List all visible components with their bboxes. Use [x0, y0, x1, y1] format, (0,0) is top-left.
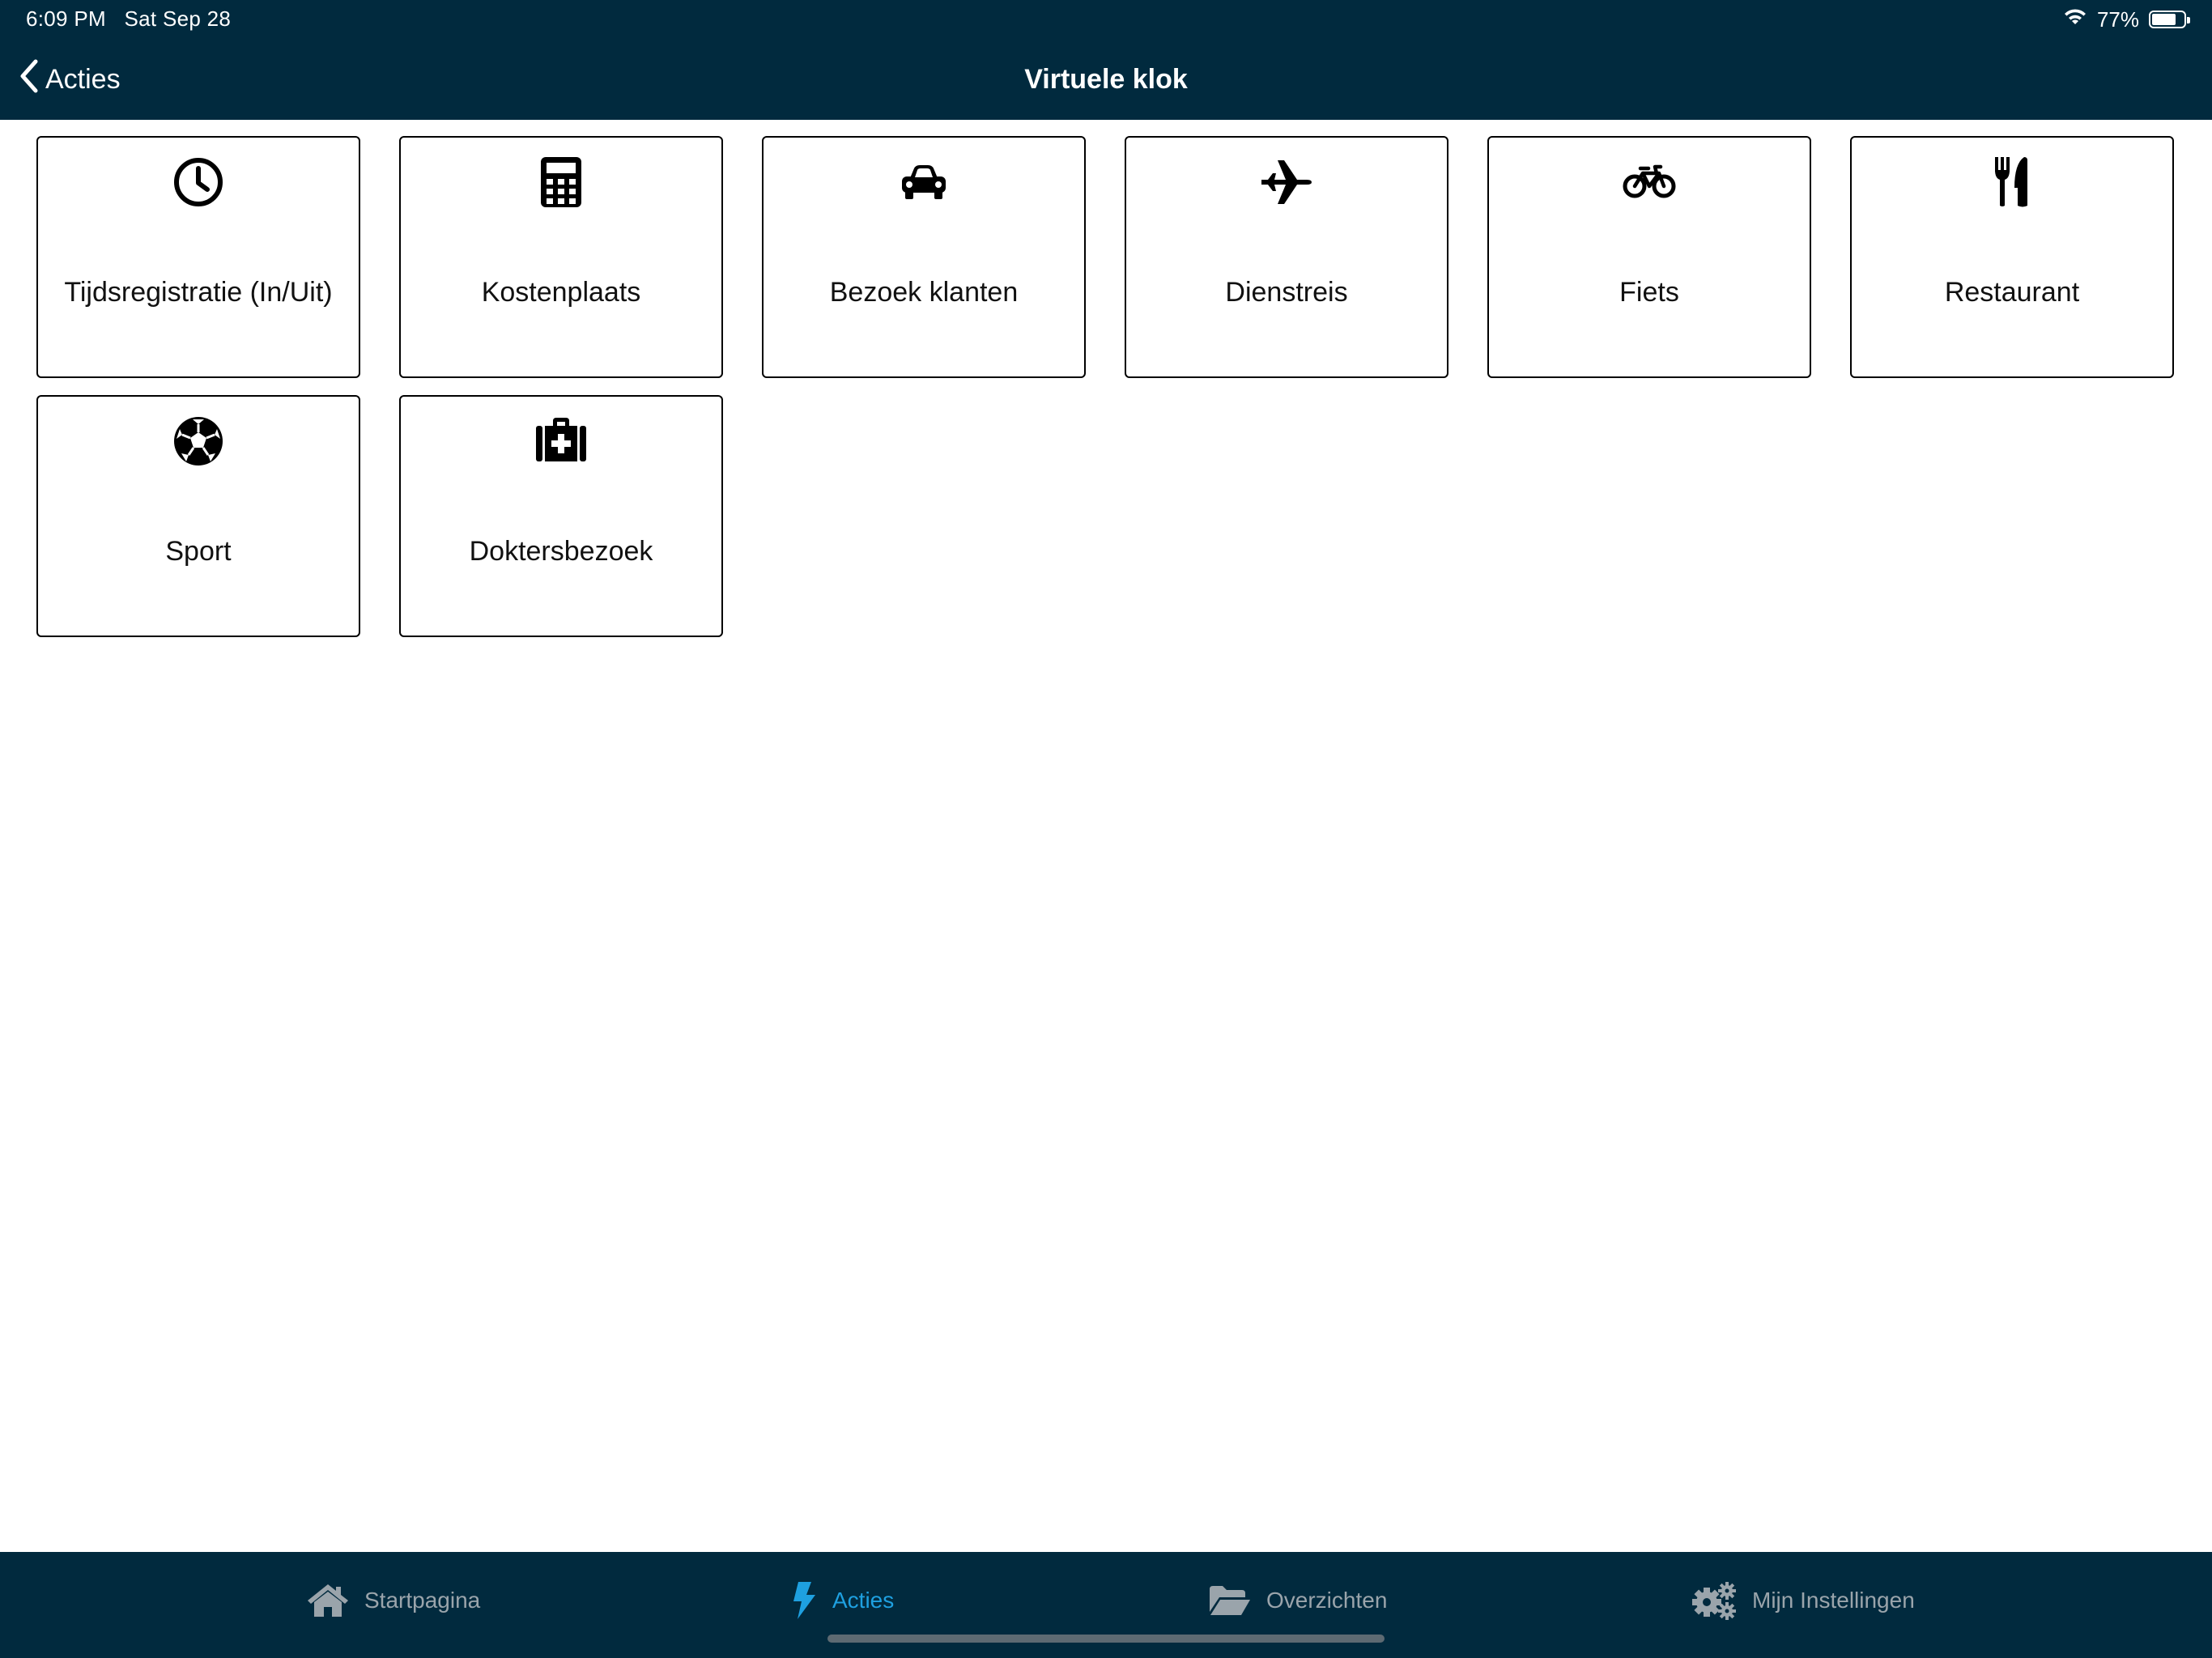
battery-icon [2149, 11, 2190, 28]
tile-doktersbezoek[interactable]: Doktersbezoek [399, 395, 723, 637]
tab-label: Startpagina [364, 1588, 481, 1613]
page-title: Virtuele klok [1024, 64, 1188, 95]
home-icon [306, 1583, 350, 1618]
tab-label: Overzichten [1266, 1588, 1388, 1613]
tile-label: Dienstreis [1225, 277, 1348, 308]
tile-label: Doktersbezoek [469, 536, 653, 567]
calculator-icon [534, 155, 588, 209]
soccer-ball-icon [172, 414, 225, 468]
lightning-icon [790, 1580, 818, 1621]
tab-overzichten[interactable]: Overzichten [1208, 1576, 1387, 1625]
tile-fiets[interactable]: Fiets [1487, 136, 1811, 378]
bicycle-icon [1623, 155, 1676, 209]
gears-icon [1689, 1579, 1738, 1622]
tile-label: Fiets [1619, 277, 1679, 308]
status-bar-time: 6:09 PM Sat Sep 28 [26, 6, 231, 32]
tile-label: Restaurant [1944, 277, 2080, 308]
top-bar: 6:09 PM Sat Sep 28 77% Acties Virtuele k… [0, 0, 2212, 120]
tab-label: Mijn Instellingen [1752, 1588, 1915, 1613]
battery-level [2152, 14, 2176, 25]
tab-label: Acties [832, 1588, 895, 1613]
status-bar-right: 77% [2063, 5, 2190, 34]
folder-open-icon [1208, 1584, 1252, 1617]
tile-label: Sport [165, 536, 232, 567]
tile-label: Bezoek klanten [829, 277, 1019, 308]
status-date: Sat Sep 28 [124, 6, 232, 31]
battery-percent: 77% [2096, 6, 2139, 32]
status-time: 6:09 PM [26, 6, 106, 31]
tile-label: Tijdsregistratie (In/Uit) [64, 277, 333, 308]
tile-sport[interactable]: Sport [36, 395, 360, 637]
home-indicator [827, 1635, 1385, 1643]
tile-kostenplaats[interactable]: Kostenplaats [399, 136, 723, 378]
car-icon [897, 155, 951, 209]
tab-startpagina[interactable]: Startpagina [306, 1576, 480, 1625]
wifi-icon [2063, 7, 2087, 32]
tile-dienstreis[interactable]: Dienstreis [1125, 136, 1448, 378]
tab-acties[interactable]: Acties [790, 1576, 894, 1625]
airplane-icon [1260, 155, 1313, 209]
tile-tijdsregistratie[interactable]: Tijdsregistratie (In/Uit) [36, 136, 360, 378]
utensils-icon [1985, 155, 2039, 209]
tab-mijn-instellingen[interactable]: Mijn Instellingen [1689, 1576, 1915, 1625]
clock-icon [172, 155, 225, 209]
medkit-icon [534, 414, 588, 468]
tile-bezoek-klanten[interactable]: Bezoek klanten [762, 136, 1086, 378]
tile-label: Kostenplaats [481, 277, 641, 308]
tile-restaurant[interactable]: Restaurant [1850, 136, 2174, 378]
